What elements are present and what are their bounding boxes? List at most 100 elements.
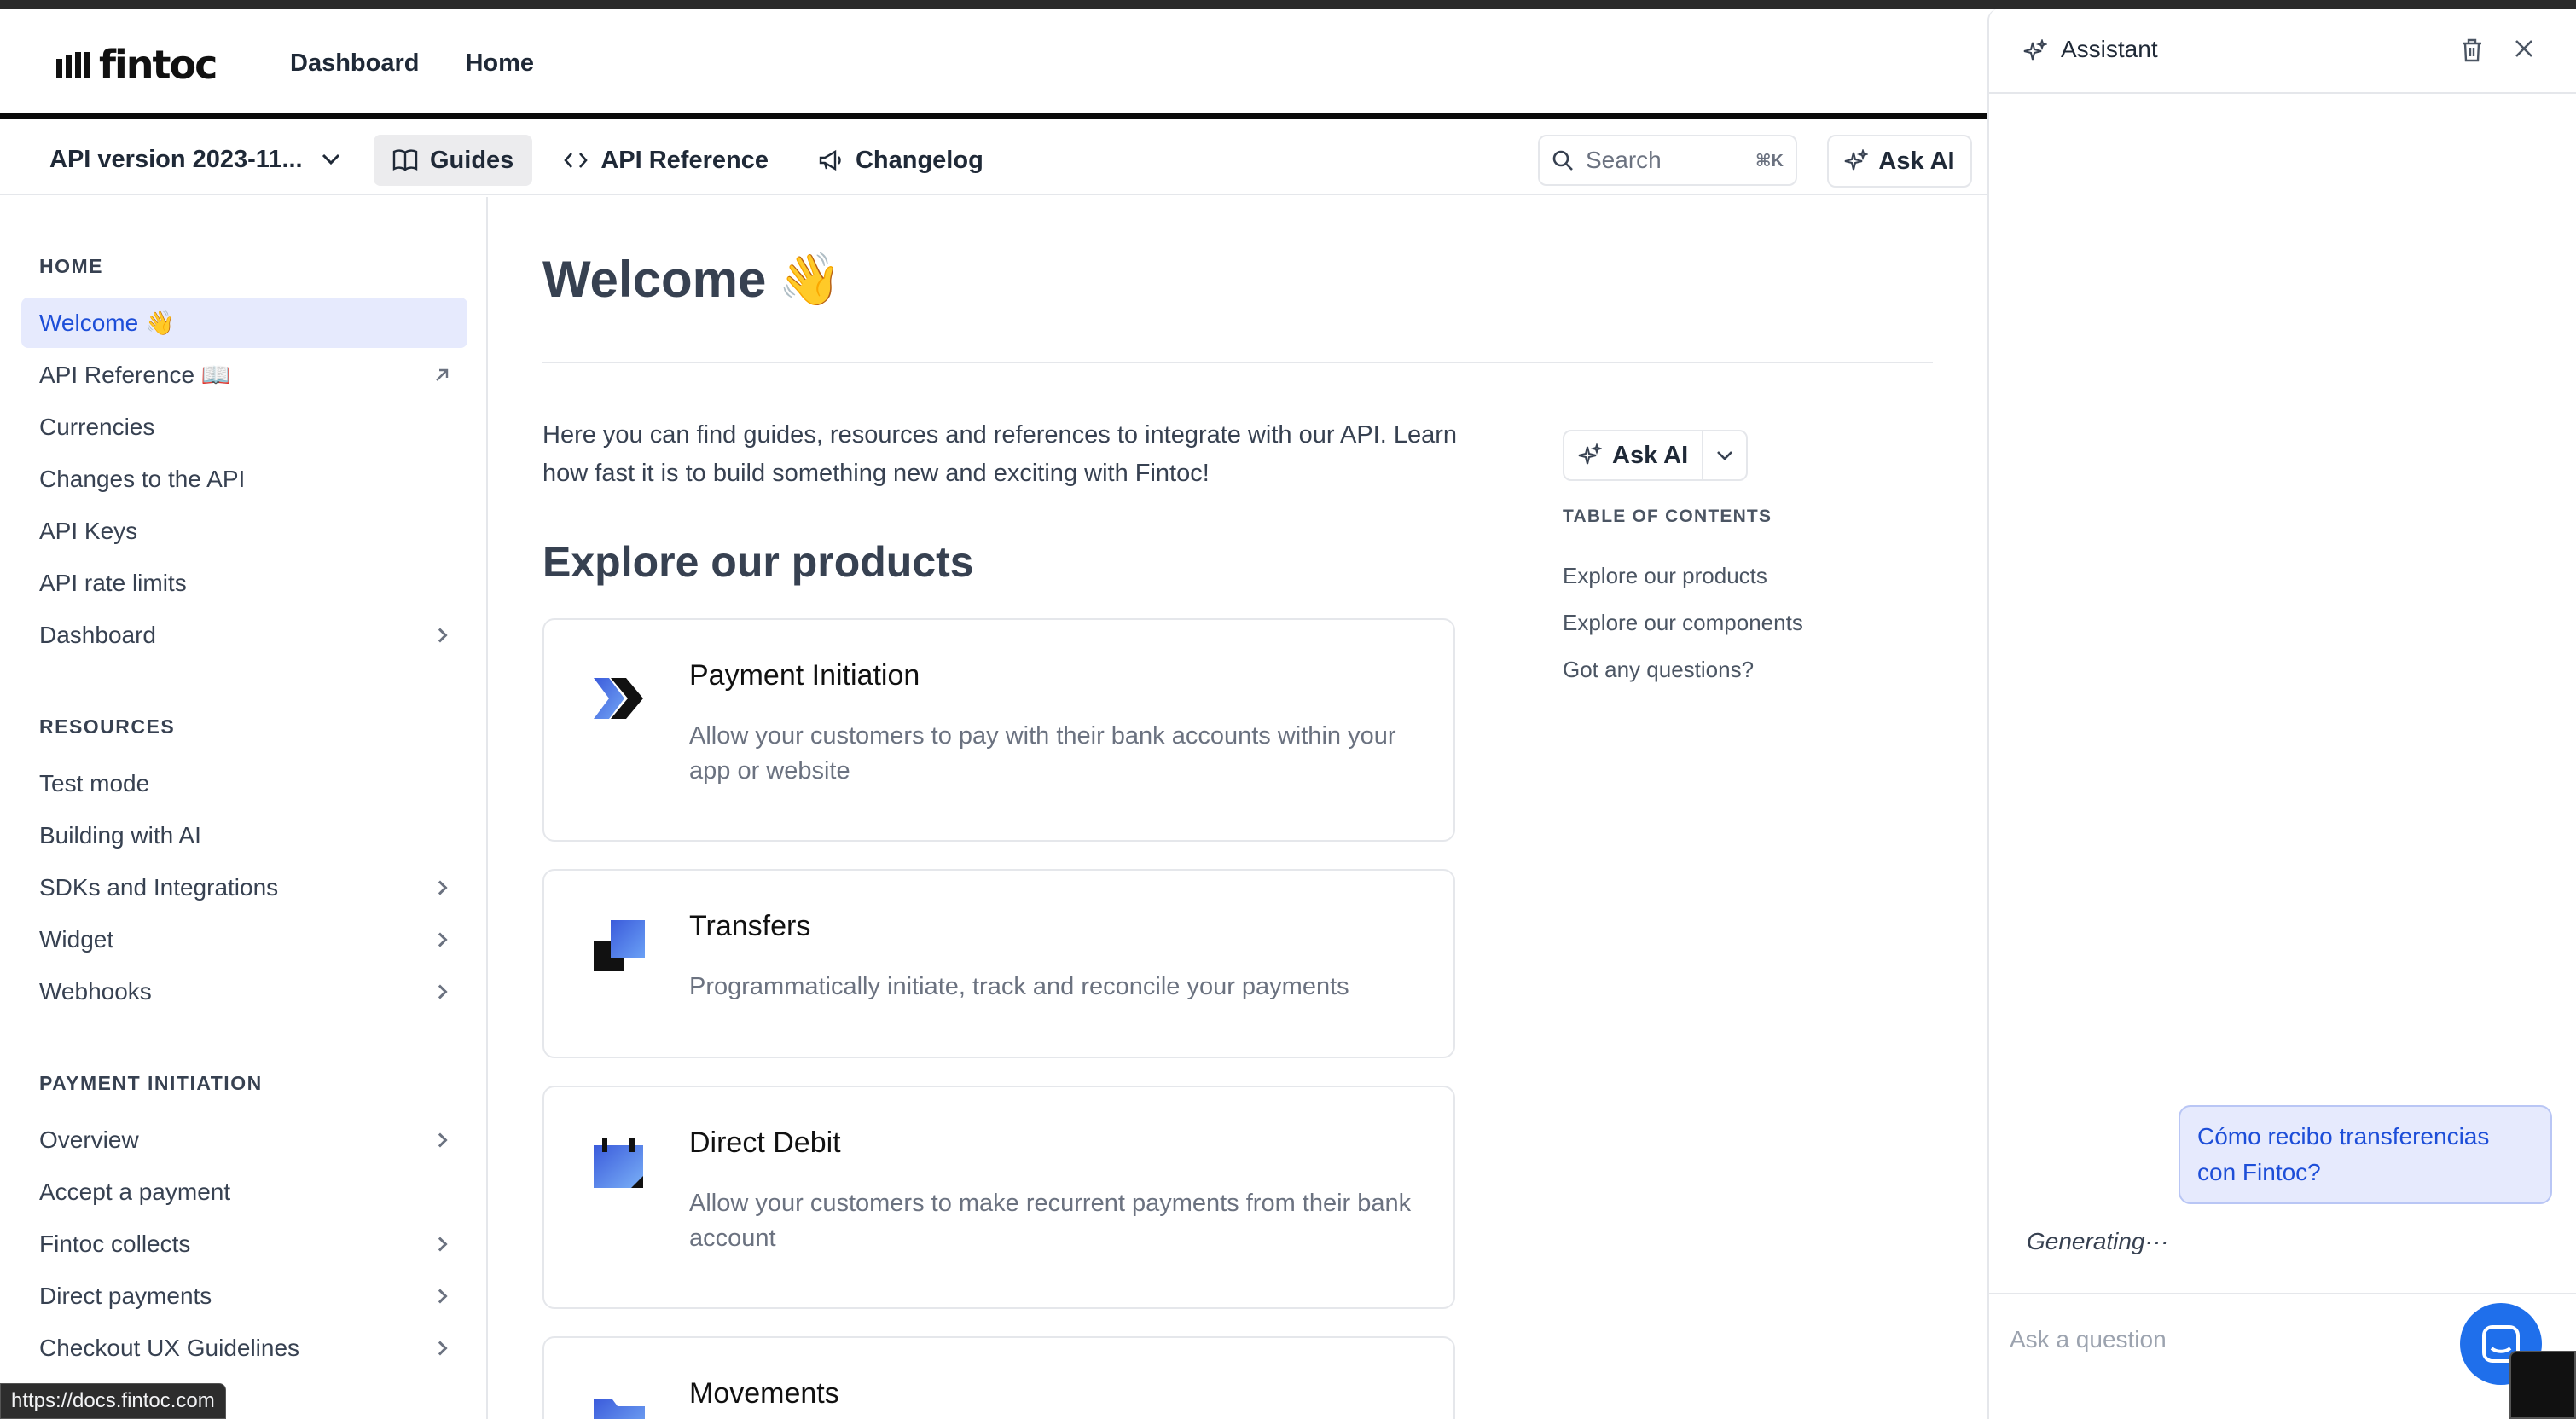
payment-initiation-icon: [594, 678, 643, 719]
card-description: Allow your customers to pay with their b…: [689, 722, 1396, 785]
tab-changelog-label: Changelog: [855, 146, 983, 174]
sidebar-item-checkout-ux[interactable]: Checkout UX Guidelines: [21, 1323, 467, 1373]
close-icon[interactable]: [2513, 38, 2535, 60]
logo-bars-icon: [56, 52, 90, 78]
sidebar-item-api-rate-limits[interactable]: API rate limits: [21, 558, 467, 608]
sidebar-item-label: Webhooks: [39, 977, 152, 1005]
search-input[interactable]: Search ⌘K: [1538, 135, 1797, 186]
title-divider: [542, 362, 1933, 363]
api-version-label: API version 2023-11...: [49, 145, 303, 173]
direct-debit-icon: [594, 1138, 643, 1188]
sidebar-item-overview[interactable]: Overview: [21, 1115, 467, 1165]
sidebar-item-fintoc-collects[interactable]: Fintoc collects: [21, 1219, 467, 1269]
sidebar-item-label: Welcome 👋: [39, 310, 175, 336]
sidebar-item-label: API Keys: [39, 517, 138, 544]
logo-text: fintoc: [99, 42, 218, 88]
sidebar-item-sdks[interactable]: SDKs and Integrations: [21, 862, 467, 912]
generating-status: Generating···: [2027, 1228, 2169, 1254]
assistant-header: Assistant: [1989, 9, 2576, 94]
trash-icon[interactable]: [2460, 38, 2484, 63]
sidebar-item-accept-payment[interactable]: Accept a payment: [21, 1167, 467, 1217]
sidebar-item-test-mode[interactable]: Test mode: [21, 758, 467, 808]
assistant-panel: Assistant Cómo recibo transferencias con…: [1987, 9, 2576, 1419]
toc-ask-ai-dropdown[interactable]: [1702, 431, 1746, 479]
tab-changelog[interactable]: Changelog: [799, 135, 1002, 186]
sparkle-icon: [1845, 149, 1869, 171]
toc-item-explore-products[interactable]: Explore our products: [1563, 563, 1767, 589]
code-icon: [564, 153, 589, 168]
ask-ai-label: Ask AI: [1878, 147, 1955, 175]
nav-home[interactable]: Home: [465, 49, 534, 78]
sidebar-item-label: Checkout UX Guidelines: [39, 1334, 300, 1361]
products-heading: Explore our products: [542, 538, 974, 586]
ask-question-input[interactable]: [2010, 1318, 2436, 1361]
tab-api-reference[interactable]: API Reference: [544, 135, 787, 186]
sidebar-section-resources: RESOURCES: [39, 715, 176, 738]
sidebar-item-label: API Reference 📖: [39, 362, 231, 388]
chevron-right-icon: [432, 1237, 448, 1251]
site-header: fintoc Dashboard Home: [0, 9, 1987, 119]
sidebar-item-label: SDKs and Integrations: [39, 873, 279, 901]
toc-ask-ai-button[interactable]: Ask AI: [1564, 431, 1702, 479]
sidebar-item-label: Changes to the API: [39, 465, 246, 492]
sidebar-item-label: Overview: [39, 1126, 139, 1153]
sidebar-item-dashboard[interactable]: Dashboard: [21, 610, 467, 660]
transfers-icon: [594, 920, 645, 971]
sidebar-item-label: Currencies: [39, 413, 155, 440]
sidebar-item-label: Building with AI: [39, 821, 201, 849]
product-card-movements[interactable]: Movements: [542, 1336, 1455, 1419]
toc-ask-ai-group: Ask AI: [1563, 430, 1749, 481]
tab-guides[interactable]: Guides: [374, 135, 533, 186]
sidebar-item-currencies[interactable]: Currencies: [21, 402, 467, 452]
window-top-edge: [0, 0, 2576, 9]
fintoc-logo[interactable]: fintoc: [56, 39, 218, 90]
page-title: Welcome 👋: [542, 249, 842, 310]
megaphone-icon: [819, 149, 841, 171]
sidebar-item-label: Widget: [39, 925, 114, 953]
docs-subheader: API version 2023-11... Guides API Refere…: [0, 125, 1987, 195]
search-shortcut: ⌘K: [1755, 151, 1784, 171]
sidebar-item-direct-payments[interactable]: Direct payments: [21, 1271, 467, 1321]
product-card-payment-initiation[interactable]: Payment Initiation Allow your customers …: [542, 618, 1455, 842]
link-status-bar: https://docs.fintoc.com: [0, 1383, 226, 1419]
chevron-right-icon: [432, 1289, 448, 1303]
page-title-text: Welcome: [542, 251, 767, 308]
search-placeholder: Search: [1586, 147, 1662, 173]
sidebar-item-label: Test mode: [39, 769, 150, 796]
ask-ai-button[interactable]: Ask AI: [1827, 135, 1972, 188]
api-version-select[interactable]: API version 2023-11...: [49, 142, 340, 177]
sparkle-icon: [1578, 443, 1602, 465]
toc-heading: TABLE OF CONTENTS: [1563, 507, 1772, 526]
sidebar-item-widget[interactable]: Widget: [21, 914, 467, 964]
sidebar-section-home: HOME: [39, 255, 103, 277]
nav-dashboard[interactable]: Dashboard: [290, 49, 419, 78]
sidebar-item-webhooks[interactable]: Webhooks: [21, 966, 467, 1016]
chevron-right-icon: [432, 880, 448, 895]
card-description: Allow your customers to make recurrent p…: [689, 1190, 1412, 1252]
chevron-right-icon: [432, 1132, 448, 1147]
toc-item-got-questions[interactable]: Got any questions?: [1563, 657, 1754, 683]
chevron-right-icon: [432, 1341, 448, 1355]
chevron-right-icon: [432, 628, 448, 642]
chevron-right-icon: [432, 984, 448, 999]
sidebar-item-changes-to-api[interactable]: Changes to the API: [21, 454, 467, 504]
sidebar-section-payment-initiation: PAYMENT INITIATION: [39, 1072, 263, 1094]
chevron-down-icon: [322, 153, 339, 165]
product-card-transfers[interactable]: Transfers Programmatically initiate, tra…: [542, 869, 1455, 1058]
product-card-direct-debit[interactable]: Direct Debit Allow your customers to mak…: [542, 1086, 1455, 1309]
sidebar-item-api-reference[interactable]: API Reference 📖: [21, 350, 467, 400]
toc-item-explore-components[interactable]: Explore our components: [1563, 610, 1803, 636]
user-message-bubble: Cómo recibo transferencias con Fintoc?: [2179, 1105, 2552, 1204]
overlay-widget: [2509, 1351, 2576, 1419]
external-link-icon: [436, 368, 449, 381]
sidebar-item-welcome[interactable]: Welcome 👋: [21, 298, 467, 348]
sidebar-item-building-with-ai[interactable]: Building with AI: [21, 810, 467, 860]
sidebar-item-label: Direct payments: [39, 1282, 212, 1309]
sidebar-item-label: Accept a payment: [39, 1178, 231, 1205]
tab-api-reference-label: API Reference: [600, 146, 769, 174]
assistant-title: Assistant: [2061, 36, 2158, 62]
sidebar-item-api-keys[interactable]: API Keys: [21, 506, 467, 556]
docs-sidebar: HOME Welcome 👋 API Reference 📖 Currencie…: [0, 197, 488, 1419]
sidebar-item-label: Dashboard: [39, 621, 156, 648]
sparkle-icon: [2023, 39, 2047, 61]
